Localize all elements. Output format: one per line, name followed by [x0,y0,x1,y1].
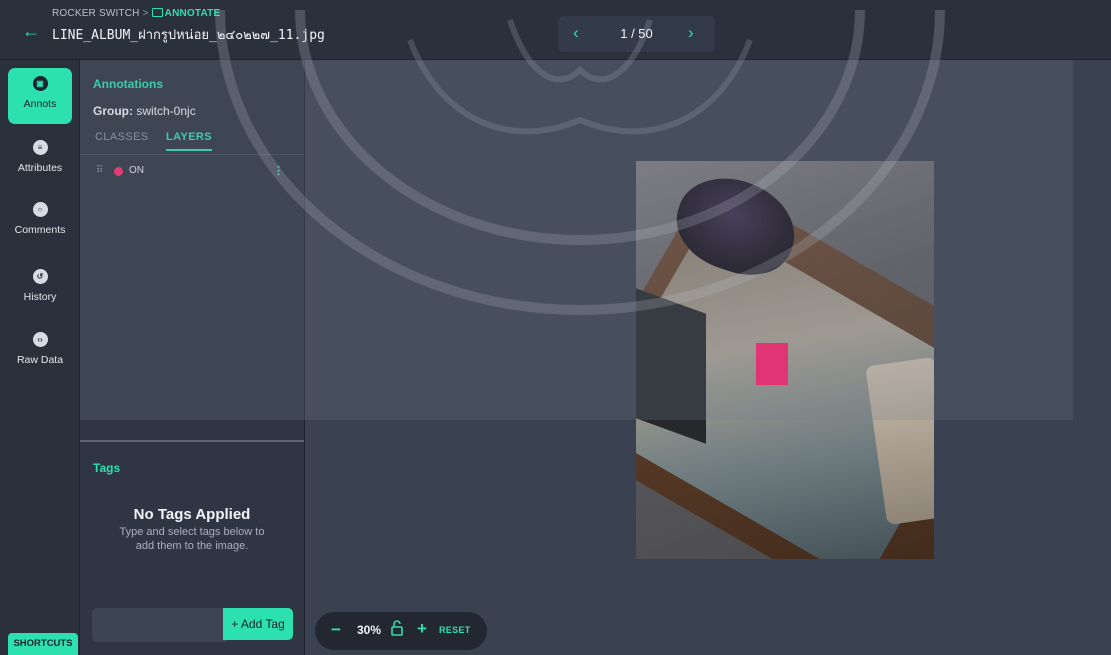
sidebar-item-comments[interactable]: ○ Comments [8,194,72,250]
comment-icon: ○ [32,202,48,217]
sidebar-item-history[interactable]: ↺ History [8,261,72,317]
panel-title: Annotations [93,77,163,91]
sidebar-item-label: Attributes [17,162,63,174]
breadcrumb-separator: > [142,8,149,19]
shortcuts-button[interactable]: SHORTCUTS [8,633,78,655]
sidebar-item-raw-data[interactable]: ‹› Raw Data [8,324,72,380]
sidebar: ▣ Annots ≡ Attributes ○ Comments ↺ Histo… [0,60,80,655]
tags-title: Tags [93,461,121,475]
layer-name: ON [129,165,144,176]
sidebar-item-annots[interactable]: ▣ Annots [8,68,72,124]
layer-color-dot [114,167,123,176]
annotation-box[interactable] [756,343,788,385]
history-icon: ↺ [32,269,48,284]
breadcrumb: ROCKER SWITCH > ANNOTATE [52,8,220,19]
group-key: Group: [93,104,133,118]
sidebar-item-label: History [23,291,57,303]
file-name: LINE_ALBUM_ฝากรูปหน่อย_๒๔๐๒๒๗_11.jpg [52,28,325,43]
breadcrumb-current-label: ANNOTATE [164,8,221,19]
sidebar-item-label: Comments [14,224,66,236]
top-bar: ← ROCKER SWITCH > ANNOTATE LINE_ALBUM_ฝากร… [0,0,1111,60]
annotations-icon: ▣ [32,76,48,91]
back-arrow-icon[interactable]: ← [20,20,42,42]
breadcrumb-current: ANNOTATE [151,8,221,19]
zoom-level: 30% [357,623,382,637]
sidebar-item-label: Raw Data [16,354,64,366]
group-value: switch-0njc [136,104,196,118]
drag-handle-icon[interactable]: ⠿ [96,165,103,176]
zoom-in-button[interactable]: + [417,619,427,639]
sidebar-item-attributes[interactable]: ≡ Attributes [8,132,72,188]
image-laptop [636,288,706,444]
reset-zoom-button[interactable]: RESET [439,625,471,635]
panel-divider [80,440,304,442]
chevron-right-icon[interactable]: › [688,22,694,44]
zoom-out-button[interactable]: − [331,620,341,640]
more-vertical-icon[interactable]: ⋮ [273,164,284,177]
no-tags-title: No Tags Applied [133,506,251,523]
list-icon: ≡ [32,140,48,155]
group-label: Group: switch-0njc [93,104,196,118]
tag-input[interactable] [92,608,227,642]
image-pager: ‹ 1 / 50 › [558,16,715,52]
unlock-icon[interactable] [390,620,404,636]
tab-layers[interactable]: LAYERS [166,131,213,151]
tab-classes[interactable]: CLASSES [95,131,149,149]
annotate-icon [151,8,163,17]
annotations-panel: Annotations Group: switch-0njc CLASSES L… [80,60,305,655]
add-tag-button[interactable]: + Add Tag [223,608,293,640]
zoom-controls: − 30% + RESET [315,612,487,650]
no-tags-subtitle: Type and select tags below to add them t… [119,526,265,552]
layer-row[interactable]: ⠿ ON ⋮ [93,164,293,180]
sidebar-item-label: Annots [23,98,57,110]
code-icon: ‹› [32,332,48,347]
panel-tabs: CLASSES LAYERS [80,130,304,155]
breadcrumb-project[interactable]: ROCKER SWITCH [52,8,140,19]
